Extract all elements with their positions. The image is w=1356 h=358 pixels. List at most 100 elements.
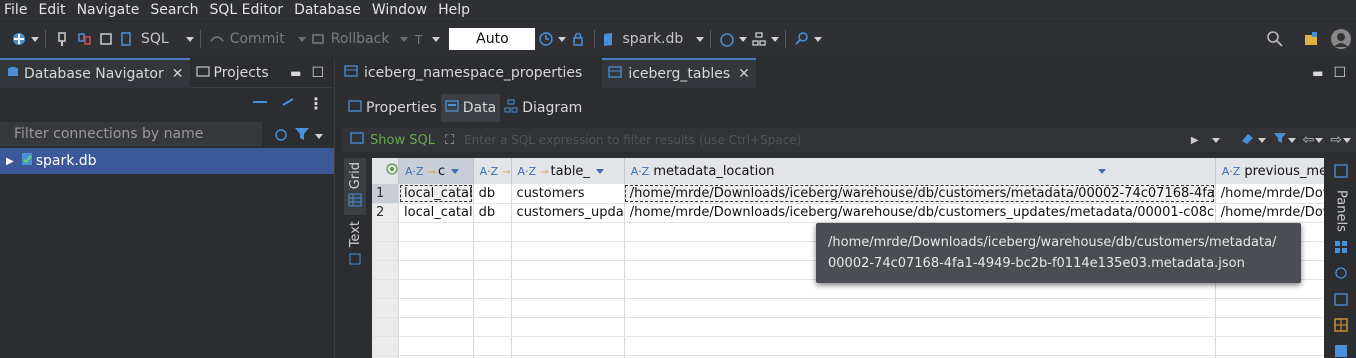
filter-icon[interactable] bbox=[1273, 131, 1287, 149]
maximize-icon[interactable]: ☐ bbox=[311, 65, 324, 81]
sort-icon[interactable] bbox=[595, 168, 604, 174]
minimize-icon[interactable]: ▬ bbox=[290, 66, 301, 80]
filter-dropdown[interactable] bbox=[1287, 128, 1297, 152]
table-cell[interactable]: /home/mrde/Downloads/iceberg/warehouse/d… bbox=[624, 184, 1216, 204]
refresh-icon[interactable] bbox=[1334, 266, 1348, 284]
commit-icon[interactable] bbox=[206, 27, 228, 51]
column-header[interactable]: A·Z ⊸ bbox=[473, 158, 512, 184]
transaction-mode-dropdown[interactable] bbox=[431, 27, 441, 51]
filter-icon[interactable] bbox=[294, 126, 310, 146]
menu-search[interactable]: Search bbox=[146, 2, 202, 18]
new-connection-icon[interactable] bbox=[8, 27, 30, 51]
menu-database[interactable]: Database bbox=[290, 2, 365, 18]
sql-dropdown[interactable] bbox=[185, 27, 195, 51]
subtab-data[interactable]: Data bbox=[440, 94, 501, 122]
find-icon[interactable] bbox=[791, 27, 813, 51]
schema-dropdown[interactable] bbox=[770, 27, 780, 51]
sql-button[interactable]: SQL bbox=[141, 27, 169, 51]
rollback-dropdown[interactable] bbox=[399, 27, 409, 51]
filter-expression-input[interactable]: Enter a SQL expression to filter results… bbox=[464, 133, 801, 147]
history-dropdown[interactable] bbox=[557, 27, 567, 51]
collapse-all-icon[interactable] bbox=[252, 96, 268, 112]
new-connection-dropdown[interactable] bbox=[30, 27, 40, 51]
rollback-icon[interactable] bbox=[307, 27, 329, 51]
sort-icon[interactable] bbox=[1098, 168, 1107, 174]
commit-dropdown[interactable] bbox=[297, 27, 307, 51]
filter-connections-input[interactable]: Filter connections by name bbox=[0, 122, 262, 146]
dashboard-icon[interactable] bbox=[716, 27, 738, 51]
table-cell[interactable]: local_catal bbox=[398, 203, 474, 223]
more-options-icon[interactable]: ⋮ bbox=[308, 94, 324, 113]
table-cell[interactable]: customers bbox=[511, 184, 625, 204]
commit-button[interactable]: Commit bbox=[230, 27, 285, 51]
filter-dropdown[interactable] bbox=[314, 124, 324, 148]
vtab-text[interactable]: Text bbox=[344, 215, 366, 275]
show-sql-button[interactable]: Show SQL bbox=[370, 133, 435, 148]
expand-arrow-icon[interactable]: ▶ bbox=[6, 156, 14, 167]
forward-icon[interactable]: ⇨ bbox=[1330, 132, 1342, 148]
panels-label[interactable]: Panels bbox=[1334, 190, 1349, 232]
menu-edit[interactable]: Edit bbox=[34, 2, 69, 18]
perspective-icon[interactable] bbox=[1300, 27, 1322, 51]
maximize-icon[interactable]: ☐ bbox=[1333, 65, 1346, 81]
table-cell[interactable]: local_catal bbox=[398, 184, 474, 204]
forward-dropdown[interactable] bbox=[1342, 128, 1352, 152]
transaction-mode-icon[interactable]: T bbox=[409, 27, 431, 51]
filter-settings-icon[interactable] bbox=[274, 126, 290, 146]
reconnect-icon[interactable] bbox=[95, 27, 117, 51]
close-icon[interactable]: ✕ bbox=[738, 66, 750, 82]
commit-mode-field[interactable]: Auto bbox=[449, 28, 536, 50]
vtab-grid[interactable]: Grid bbox=[344, 158, 366, 216]
dashboard-dropdown[interactable] bbox=[738, 27, 748, 51]
avatar-icon[interactable] bbox=[1330, 27, 1352, 51]
table-row[interactable]: 1 local_catal db customers /home/mrde/Do… bbox=[372, 184, 1324, 204]
disconnect-icon[interactable] bbox=[73, 27, 95, 51]
sql-editor-icon[interactable] bbox=[117, 27, 135, 51]
subtab-properties[interactable]: Properties bbox=[344, 94, 441, 122]
menu-file[interactable]: File bbox=[0, 2, 31, 18]
back-icon[interactable]: ⇦ bbox=[1303, 132, 1315, 148]
menu-help[interactable]: Help bbox=[434, 2, 474, 18]
history-icon[interactable] bbox=[535, 27, 557, 51]
table-cell[interactable]: db bbox=[473, 203, 512, 223]
menu-window[interactable]: Window bbox=[368, 2, 431, 18]
erase-icon[interactable] bbox=[1239, 131, 1255, 149]
expand-icon[interactable]: ⛶ bbox=[445, 133, 454, 148]
active-datasource-selector[interactable]: spark.db bbox=[622, 27, 683, 51]
table-cell[interactable]: db bbox=[473, 184, 512, 204]
search-icon[interactable] bbox=[1264, 27, 1286, 51]
grid-layout-icon[interactable] bbox=[1334, 240, 1348, 258]
erase-dropdown[interactable] bbox=[1257, 128, 1267, 152]
close-icon[interactable]: ✕ bbox=[172, 66, 184, 82]
column-header[interactable]: A·Z ⊸ table_ bbox=[511, 158, 625, 184]
schema-icon[interactable] bbox=[748, 27, 770, 51]
connect-icon[interactable] bbox=[51, 27, 73, 51]
minimize-icon[interactable]: ▬ bbox=[1312, 66, 1323, 80]
subtab-diagram[interactable]: Diagram bbox=[500, 94, 586, 122]
tab-iceberg-tables[interactable]: iceberg_tables ✕ bbox=[602, 58, 756, 88]
column-header[interactable]: A·Zprevious_metadata_location bbox=[1215, 158, 1324, 184]
datasource-icon[interactable] bbox=[600, 27, 618, 51]
column-header[interactable]: A·Z ⊸ c bbox=[398, 158, 474, 184]
link-editor-icon[interactable] bbox=[280, 95, 296, 113]
table-cell[interactable]: /home/mrde/Downloads/iceberg/ bbox=[1215, 184, 1324, 204]
table-row[interactable]: 2 local_catal db customers_upda /home/mr… bbox=[372, 203, 1324, 223]
back-dropdown[interactable] bbox=[1314, 128, 1324, 152]
column-header[interactable]: A·Z metadata_location bbox=[624, 158, 1216, 184]
split-view-icon[interactable] bbox=[1334, 344, 1348, 358]
table-cell[interactable]: /home/mrde/Downloads/iceberg/warehouse/d… bbox=[624, 203, 1216, 223]
filter-history-dropdown[interactable] bbox=[1211, 128, 1221, 152]
tab-database-navigator[interactable]: Database Navigator ✕ bbox=[0, 57, 190, 88]
row-number-header[interactable] bbox=[372, 158, 399, 184]
calendar-icon[interactable] bbox=[1334, 292, 1348, 310]
table-cell[interactable]: /home/mrde/Downloads/iceberg/ bbox=[1215, 203, 1324, 223]
panels-icon[interactable] bbox=[1334, 164, 1348, 182]
menu-navigate[interactable]: Navigate bbox=[73, 2, 144, 18]
menu-sql-editor[interactable]: SQL Editor bbox=[205, 2, 287, 18]
lock-icon[interactable] bbox=[567, 27, 589, 51]
tab-projects[interactable]: Projects bbox=[190, 58, 275, 88]
table-layout-icon[interactable] bbox=[1334, 318, 1348, 336]
sort-icon[interactable] bbox=[451, 168, 460, 174]
find-dropdown[interactable] bbox=[813, 27, 823, 51]
tab-iceberg-namespace-properties[interactable]: iceberg_namespace_properties bbox=[338, 58, 588, 88]
